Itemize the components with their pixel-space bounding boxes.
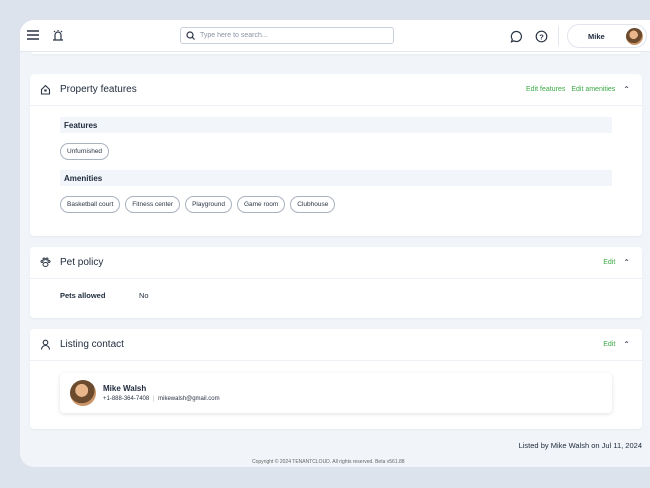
edit-features-link[interactable]: Edit features: [526, 86, 565, 93]
menu-icon[interactable]: [26, 28, 40, 42]
listed-by-text: Listed by Mike Walsh on Jul 11, 2024: [518, 441, 642, 450]
copyright-text: Copyright © 2024 TENANTCLOUD. All rights…: [252, 459, 405, 465]
edit-amenities-link[interactable]: Edit amenities: [571, 86, 615, 93]
search-input[interactable]: [200, 32, 380, 39]
pet-policy-card: Pet policy Edit ⌃ Pets allowed No: [30, 247, 642, 318]
top-bar: ? Mike: [20, 20, 650, 52]
pets-allowed-label: Pets allowed: [60, 291, 106, 300]
amenity-chip: Game room: [236, 196, 286, 213]
search-icon: [186, 31, 195, 40]
contact-phone-link[interactable]: +1-888-364-7408: [103, 396, 149, 402]
help-icon[interactable]: ?: [534, 29, 548, 43]
svg-text:?: ?: [539, 32, 544, 41]
section-title: Listing contact: [60, 339, 124, 350]
section-title: Pet policy: [60, 257, 104, 268]
listing-contact-card: Listing contact Edit ⌃ Mike Walsh +1-888…: [30, 329, 642, 429]
paw-icon: [40, 257, 51, 267]
person-icon: [40, 339, 51, 350]
section-title: Property features: [60, 84, 137, 95]
divider: [558, 26, 559, 46]
contact-avatar: [70, 380, 96, 406]
avatar: [626, 27, 643, 45]
contact-email-link[interactable]: mikewalsh@gmail.com: [158, 396, 219, 402]
amenity-chip: Playground: [185, 196, 232, 213]
property-features-card: Property features Edit features Edit ame…: [30, 74, 642, 236]
user-name: Mike: [588, 31, 605, 41]
amenities-list: Basketball court Fitness center Playgrou…: [60, 186, 612, 223]
home-icon: [40, 84, 51, 95]
chat-icon[interactable]: [509, 29, 523, 43]
pets-allowed-value: No: [139, 291, 149, 300]
app-window: ? Mike Property features Edit features E…: [20, 20, 650, 467]
feature-chip: Unfurnished: [60, 143, 110, 160]
amenity-chip: Clubhouse: [290, 196, 336, 213]
contact-name: Mike Walsh: [103, 384, 147, 393]
edit-pet-policy-link[interactable]: Edit: [603, 259, 615, 266]
amenity-chip: Fitness center: [125, 196, 181, 213]
chevron-up-icon[interactable]: ⌃: [623, 340, 630, 349]
chevron-up-icon[interactable]: ⌃: [623, 85, 630, 94]
features-list: Unfurnished: [60, 133, 612, 170]
features-label: Features: [60, 117, 612, 133]
edit-contact-link[interactable]: Edit: [603, 341, 615, 348]
user-menu[interactable]: Mike: [567, 24, 647, 48]
separator: |: [152, 396, 155, 402]
amenities-label: Amenities: [60, 170, 612, 186]
alarm-bell-icon[interactable]: [51, 28, 65, 42]
contact-card: Mike Walsh +1-888-364-7408 | mikewalsh@g…: [60, 373, 612, 413]
amenity-chip: Basketball court: [60, 196, 121, 213]
search-bar[interactable]: [180, 27, 394, 44]
chevron-up-icon[interactable]: ⌃: [623, 258, 630, 267]
